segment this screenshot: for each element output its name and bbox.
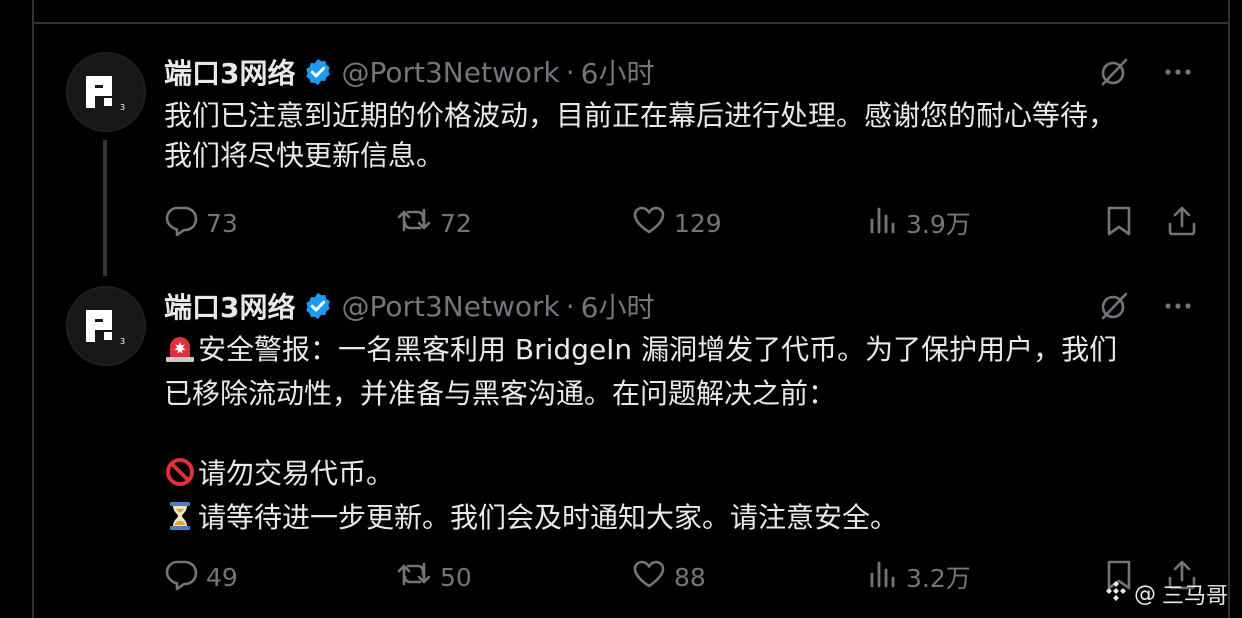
tweet-header: 端口3网络 @Port3Network · 6小时 xyxy=(164,52,654,92)
views-icon xyxy=(868,204,898,242)
views-button[interactable]: 3.9万 xyxy=(868,204,971,242)
like-count: 129 xyxy=(674,208,722,238)
more-icon[interactable] xyxy=(1162,56,1194,92)
verified-badge-icon xyxy=(303,291,333,321)
grok-icon[interactable] xyxy=(1098,290,1130,326)
avatar[interactable]: 3 xyxy=(66,52,146,132)
retweet-button[interactable]: 50 xyxy=(396,558,472,596)
author-handle[interactable]: @Port3Network xyxy=(341,56,559,89)
verified-badge-icon xyxy=(303,57,333,87)
post-time[interactable]: 6小时 xyxy=(581,52,655,92)
reply-button[interactable]: 49 xyxy=(164,558,238,596)
tweet-top-actions xyxy=(1098,290,1194,326)
tweet-top-actions xyxy=(1098,56,1194,92)
share-icon xyxy=(1166,204,1198,244)
action-bar: 49 50 88 3.2万 xyxy=(164,554,1198,594)
views-button[interactable]: 3.2万 xyxy=(868,558,971,596)
reply-count: 49 xyxy=(206,562,238,592)
like-icon xyxy=(632,558,666,596)
previous-post-edge xyxy=(32,0,1230,24)
binance-logo-icon xyxy=(1104,579,1128,609)
bookmark-icon xyxy=(1104,204,1134,244)
share-button[interactable] xyxy=(1166,204,1198,244)
bookmark-button[interactable] xyxy=(1104,204,1134,244)
retweet-icon xyxy=(396,558,432,596)
post-time[interactable]: 6小时 xyxy=(581,286,655,326)
grok-icon[interactable] xyxy=(1098,56,1130,92)
separator-dot: · xyxy=(565,289,575,323)
svg-text:3: 3 xyxy=(120,103,125,112)
tweet-text: 我们已注意到近期的价格波动，目前正在幕后进行处理。感谢您的耐心等待， 我们将尽快… xyxy=(164,96,1204,176)
tweet-1[interactable]: 3 端口3网络 @Port3Network · 6小时 我们已注意到近期的价格波… xyxy=(34,30,1228,260)
thread-border-right xyxy=(1228,24,1230,618)
tweet-text-line: 请等待进一步更新。我们会及时通知大家。请注意安全。 xyxy=(164,498,1204,542)
tweet-text: 安全警报：一名黑客利用 BridgeIn 漏洞增发了代币。为了保护用户，我们 已… xyxy=(164,330,1204,542)
reply-count: 73 xyxy=(206,208,238,238)
tweet-text-line: 安全警报：一名黑客利用 BridgeIn 漏洞增发了代币。为了保护用户，我们 xyxy=(164,330,1204,374)
tweet-text-line-content: 请等待进一步更新。我们会及时通知大家。请注意安全。 xyxy=(198,501,899,534)
avatar[interactable]: 3 xyxy=(66,286,146,366)
prohibited-icon xyxy=(164,457,196,498)
like-button[interactable]: 88 xyxy=(632,558,706,596)
reply-icon xyxy=(164,204,198,242)
retweet-count: 50 xyxy=(440,562,472,592)
retweet-icon xyxy=(396,204,432,242)
action-bar: 73 72 129 3.9万 xyxy=(164,200,1198,240)
author-handle[interactable]: @Port3Network xyxy=(341,290,559,323)
like-icon xyxy=(632,204,666,242)
app-window: 3 端口3网络 @Port3Network · 6小时 我们已注意到近期的价格波… xyxy=(0,0,1242,618)
views-count: 3.2万 xyxy=(906,564,971,593)
hourglass-icon xyxy=(164,501,196,542)
tweet-text-line: 我们将尽快更新信息。 xyxy=(164,139,445,172)
tweet-2[interactable]: 3 端口3网络 @Port3Network · 6小时 安全警报：一名黑客利用 … xyxy=(34,264,1228,618)
more-icon[interactable] xyxy=(1162,290,1194,326)
author-name[interactable]: 端口3网络 xyxy=(164,286,295,326)
tweet-text-line-content: 安全警报：一名黑客利用 BridgeIn 漏洞增发了代币。为了保护用户，我们 xyxy=(198,333,1118,366)
reply-button[interactable]: 73 xyxy=(164,204,238,242)
watermark-at: @ xyxy=(1134,581,1156,607)
views-count: 3.9万 xyxy=(906,210,971,239)
watermark-text: 三马哥 xyxy=(1162,584,1229,609)
tweet-text-line: 我们已注意到近期的价格波动，目前正在幕后进行处理。感谢您的耐心等待， xyxy=(164,99,1117,132)
watermark: @ 三马哥 xyxy=(1104,578,1228,610)
tweet-header: 端口3网络 @Port3Network · 6小时 xyxy=(164,286,654,326)
separator-dot: · xyxy=(565,55,575,89)
like-button[interactable]: 129 xyxy=(632,204,722,242)
retweet-count: 72 xyxy=(440,208,472,238)
like-count: 88 xyxy=(674,562,706,592)
reply-icon xyxy=(164,558,198,596)
retweet-button[interactable]: 72 xyxy=(396,204,472,242)
tweet-text-line: 请勿交易代币。 xyxy=(164,454,1204,498)
svg-text:3: 3 xyxy=(120,337,125,346)
views-icon xyxy=(868,558,898,596)
tweet-text-line: 已移除流动性，并准备与黑客沟通。在问题解决之前： xyxy=(164,377,837,410)
tweet-text-line-content: 请勿交易代币。 xyxy=(198,457,395,490)
author-name[interactable]: 端口3网络 xyxy=(164,52,295,92)
rotating-light-icon xyxy=(164,333,196,374)
